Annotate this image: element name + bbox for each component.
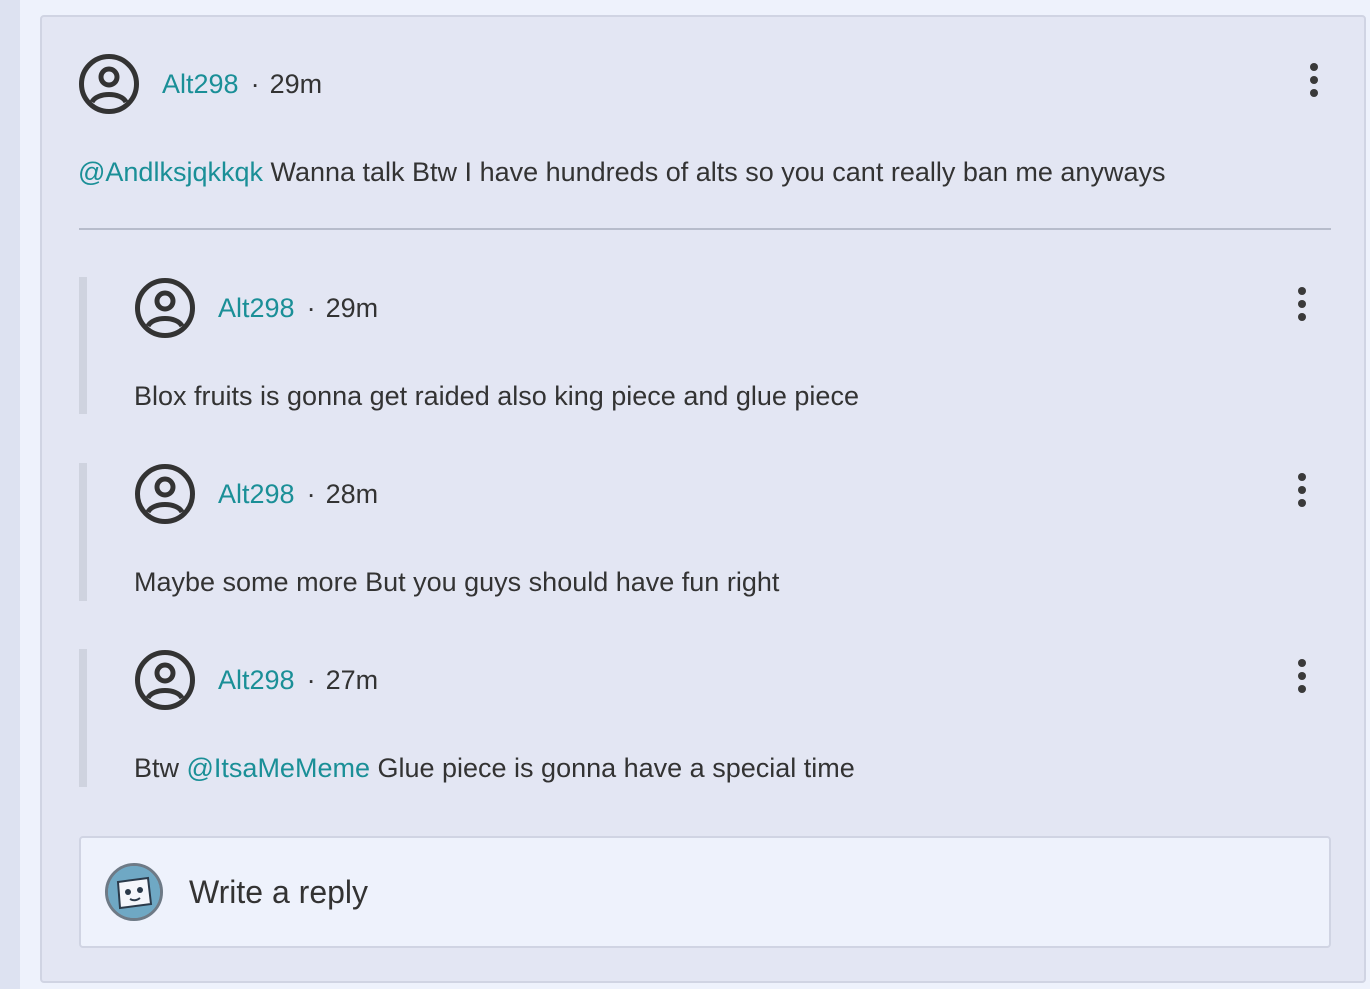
comment-author-link[interactable]: Alt298: [162, 69, 239, 100]
mention-link[interactable]: @ItsaMeMeme: [187, 753, 370, 783]
main-comment-header: Alt298 · 29m: [78, 53, 322, 115]
reply-text-prefix: Btw: [134, 753, 187, 783]
reply-body: Blox fruits is gonna get raided also kin…: [134, 381, 859, 411]
reply-indent-bar: [79, 463, 87, 601]
more-vertical-icon[interactable]: [1308, 63, 1320, 99]
reply-timestamp: 28m: [325, 478, 379, 509]
user-circle-icon[interactable]: [134, 463, 196, 525]
reply-author-link[interactable]: Alt298: [218, 479, 295, 510]
comment-text: Wanna talk Btw I have hundreds of alts s…: [262, 157, 1166, 187]
reply-header: Alt298 · 29m: [134, 277, 378, 339]
separator-dot: ·: [306, 664, 316, 695]
separator-dot: ·: [250, 68, 260, 99]
user-circle-icon[interactable]: [134, 649, 196, 711]
reply-header: Alt298 · 27m: [134, 649, 378, 711]
reply-placeholder: Write a reply: [189, 873, 369, 910]
current-user-avatar: [105, 863, 163, 921]
write-reply-input[interactable]: Write a reply: [79, 836, 1331, 948]
more-vertical-icon[interactable]: [1296, 287, 1308, 323]
user-circle-icon[interactable]: [78, 53, 140, 115]
more-vertical-icon[interactable]: [1296, 659, 1308, 695]
reply-timestamp: 27m: [325, 664, 379, 695]
left-rail: [0, 0, 20, 989]
user-circle-icon[interactable]: [134, 277, 196, 339]
reply-body: Maybe some more But you guys should have…: [134, 567, 780, 597]
more-vertical-icon[interactable]: [1296, 473, 1308, 509]
separator-dot: ·: [306, 478, 316, 509]
comment-timestamp: 29m: [269, 68, 323, 99]
reply-author-link[interactable]: Alt298: [218, 665, 295, 696]
comment-body: @Andlksjqkkqk Wanna talk Btw I have hund…: [78, 157, 1165, 188]
reply-body: Btw @ItsaMeMeme Glue piece is gonna have…: [134, 753, 855, 784]
reply-author-link[interactable]: Alt298: [218, 293, 295, 324]
separator-dot: ·: [306, 292, 316, 323]
reply-indent-bar: [79, 649, 87, 787]
reply-timestamp: 29m: [325, 292, 379, 323]
reply-text-suffix: Glue piece is gonna have a special time: [369, 753, 855, 783]
reply-indent-bar: [79, 277, 87, 414]
divider: [79, 228, 1331, 230]
mention-link[interactable]: @Andlksjqkkqk: [78, 157, 263, 187]
reply-header: Alt298 · 28m: [134, 463, 378, 525]
comment-thread-card: Alt298 · 29m @Andlksjqkkqk Wanna talk Bt…: [40, 15, 1366, 983]
